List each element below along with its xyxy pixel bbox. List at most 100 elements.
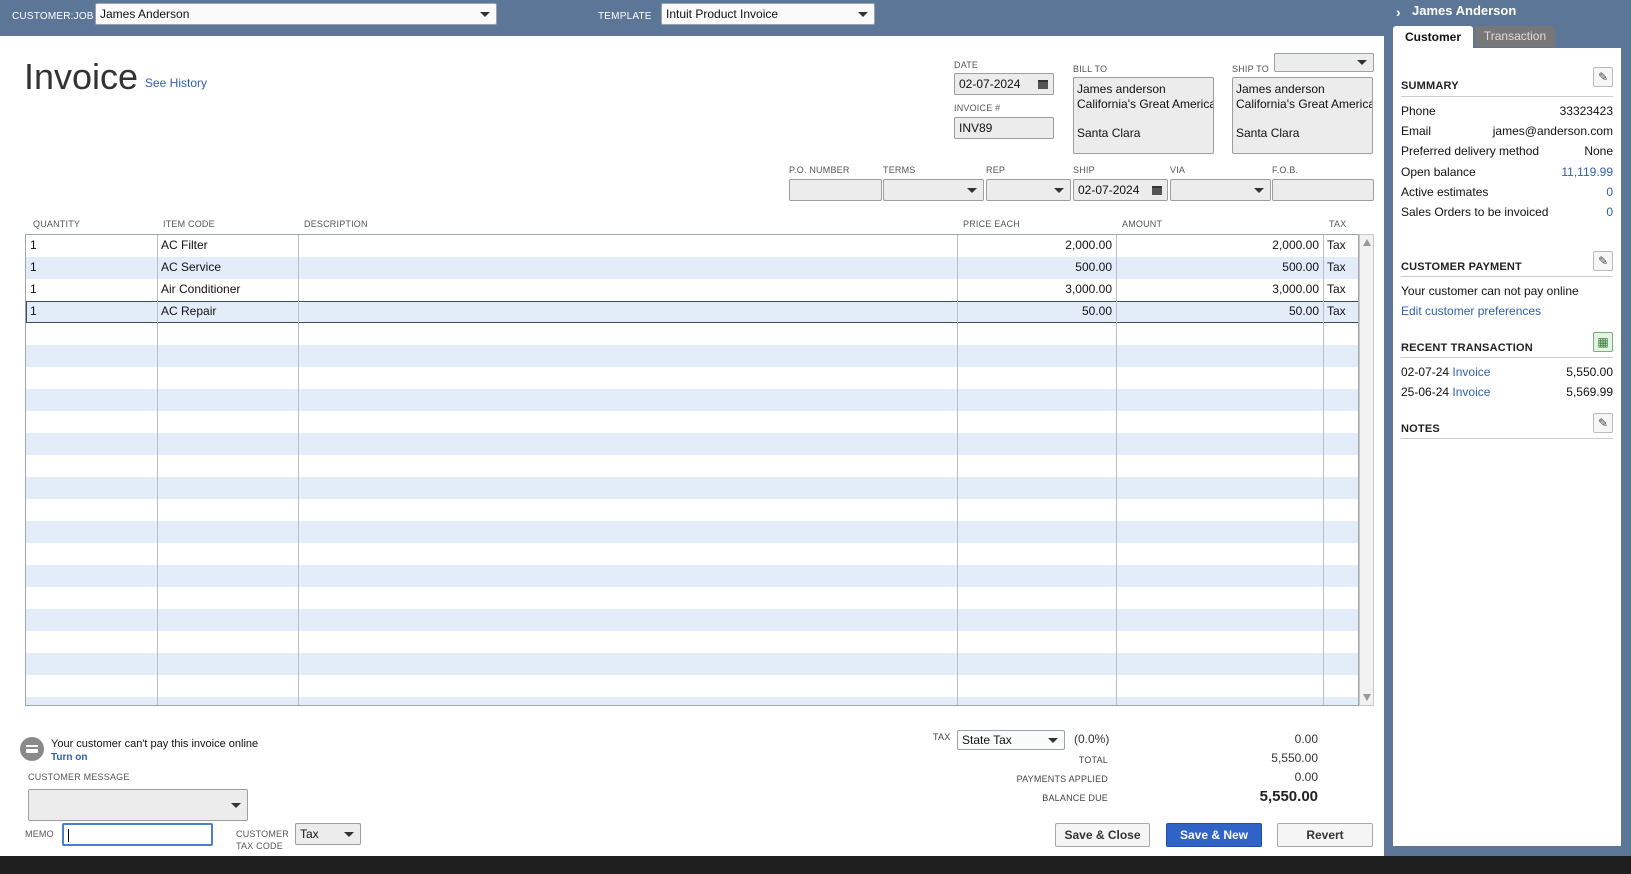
empty-row[interactable] bbox=[26, 697, 1358, 705]
empty-row[interactable] bbox=[26, 675, 1358, 697]
edit-customer-preferences-link[interactable]: Edit customer preferences bbox=[1401, 304, 1541, 318]
item-code-cell[interactable]: AC Filter bbox=[157, 235, 298, 257]
description-cell[interactable] bbox=[298, 301, 957, 323]
column-header-item-code[interactable]: ITEM CODE bbox=[163, 219, 215, 229]
calendar-icon[interactable] bbox=[1038, 80, 1048, 89]
table-scrollbar[interactable] bbox=[1359, 234, 1374, 706]
active-estimates-link[interactable]: 0 bbox=[1606, 185, 1613, 199]
transaction-amount: 5,550.00 bbox=[1566, 365, 1613, 379]
po-number-field[interactable] bbox=[789, 179, 882, 201]
save-close-button[interactable]: Save & Close bbox=[1055, 823, 1150, 847]
amount-cell[interactable]: 2,000.00 bbox=[1116, 235, 1323, 257]
scroll-up-icon[interactable] bbox=[1363, 239, 1371, 246]
empty-row[interactable] bbox=[26, 323, 1358, 345]
customer-job-label: CUSTOMER:JOB bbox=[12, 11, 94, 22]
empty-row[interactable] bbox=[26, 631, 1358, 653]
empty-row[interactable] bbox=[26, 565, 1358, 587]
via-dropdown[interactable] bbox=[1170, 179, 1271, 201]
description-cell[interactable] bbox=[298, 279, 957, 301]
customer-info-panel: SUMMARY ✎ Phone 33323423 Email james@and… bbox=[1393, 48, 1621, 846]
summary-value: None bbox=[1584, 144, 1613, 158]
quantity-cell[interactable]: 1 bbox=[26, 235, 157, 257]
quantity-cell[interactable]: 1 bbox=[26, 257, 157, 279]
terms-dropdown[interactable] bbox=[883, 179, 984, 201]
fob-field[interactable] bbox=[1272, 179, 1374, 201]
empty-row[interactable] bbox=[26, 653, 1358, 675]
calendar-icon[interactable] bbox=[1152, 186, 1162, 195]
collapse-arrow-icon[interactable]: › bbox=[1396, 4, 1401, 20]
price-each-cell[interactable]: 2,000.00 bbox=[957, 235, 1116, 257]
price-each-cell[interactable]: 3,000.00 bbox=[957, 279, 1116, 301]
template-dropdown[interactable]: Intuit Product Invoice bbox=[661, 3, 875, 25]
transaction-type-link[interactable]: Invoice bbox=[1452, 385, 1490, 399]
rep-dropdown[interactable] bbox=[986, 179, 1071, 201]
column-header-tax[interactable]: TAX bbox=[1329, 219, 1346, 229]
tab-customer[interactable]: Customer bbox=[1393, 26, 1473, 48]
empty-row[interactable] bbox=[26, 587, 1358, 609]
column-header-price-each[interactable]: PRICE EACH bbox=[963, 219, 1020, 229]
amount-cell[interactable]: 500.00 bbox=[1116, 257, 1323, 279]
item-code-cell[interactable]: Air Conditioner bbox=[157, 279, 298, 301]
customer-job-dropdown[interactable]: James Anderson bbox=[95, 3, 497, 25]
empty-row[interactable] bbox=[26, 411, 1358, 433]
price-each-cell[interactable]: 500.00 bbox=[957, 257, 1116, 279]
column-header-amount[interactable]: AMOUNT bbox=[1122, 219, 1162, 229]
recent-transaction-item[interactable]: 02-07-24 Invoice bbox=[1401, 365, 1490, 379]
tax-cell[interactable]: Tax bbox=[1323, 279, 1358, 301]
column-header-description[interactable]: DESCRIPTION bbox=[304, 219, 368, 229]
bill-to-label: BILL TO bbox=[1073, 64, 1108, 74]
empty-row[interactable] bbox=[26, 433, 1358, 455]
item-code-cell[interactable]: AC Repair bbox=[157, 301, 298, 323]
table-row-selected[interactable]: 1 AC Repair 50.00 50.00 Tax bbox=[26, 301, 1358, 323]
empty-row[interactable] bbox=[26, 455, 1358, 477]
see-history-link[interactable]: See History bbox=[145, 76, 207, 90]
empty-row[interactable] bbox=[26, 543, 1358, 565]
turn-on-link[interactable]: Turn on bbox=[51, 752, 87, 763]
recent-transaction-item[interactable]: 25-06-24 Invoice bbox=[1401, 385, 1490, 399]
column-header-quantity[interactable]: QUANTITY bbox=[33, 219, 80, 229]
save-new-button[interactable]: Save & New bbox=[1166, 823, 1262, 847]
date-field[interactable]: 02-07-2024 bbox=[954, 73, 1054, 95]
revert-button[interactable]: Revert bbox=[1277, 823, 1373, 847]
ship-to-dropdown[interactable] bbox=[1274, 53, 1374, 72]
ship-to-address[interactable]: James anderson California's Great Americ… bbox=[1232, 77, 1373, 154]
amount-cell[interactable]: 50.00 bbox=[1116, 301, 1323, 323]
invoice-number-field[interactable]: INV89 bbox=[954, 117, 1054, 139]
memo-input[interactable] bbox=[62, 823, 213, 846]
edit-pencil-icon[interactable]: ✎ bbox=[1593, 251, 1613, 271]
tax-item-dropdown[interactable]: State Tax bbox=[957, 730, 1065, 750]
quantity-cell[interactable]: 1 bbox=[26, 301, 157, 323]
amount-cell[interactable]: 3,000.00 bbox=[1116, 279, 1323, 301]
description-cell[interactable] bbox=[298, 235, 957, 257]
edit-pencil-icon[interactable]: ✎ bbox=[1593, 413, 1613, 433]
empty-row[interactable] bbox=[26, 477, 1358, 499]
empty-row[interactable] bbox=[26, 367, 1358, 389]
sales-orders-link[interactable]: 0 bbox=[1606, 205, 1613, 219]
tax-cell[interactable]: Tax bbox=[1323, 257, 1358, 279]
price-each-cell[interactable]: 50.00 bbox=[957, 301, 1116, 323]
empty-row[interactable] bbox=[26, 389, 1358, 411]
edit-pencil-icon[interactable]: ✎ bbox=[1593, 67, 1613, 87]
tax-cell[interactable]: Tax bbox=[1323, 235, 1358, 257]
empty-row[interactable] bbox=[26, 499, 1358, 521]
balance-due-label: BALANCE DUE bbox=[1042, 793, 1108, 803]
report-icon[interactable]: ▦ bbox=[1593, 332, 1613, 352]
empty-row[interactable] bbox=[26, 609, 1358, 631]
table-row[interactable]: 1 AC Filter 2,000.00 2,000.00 Tax bbox=[26, 235, 1358, 257]
bill-to-address[interactable]: James anderson California's Great Americ… bbox=[1073, 77, 1214, 154]
tax-cell[interactable]: Tax bbox=[1323, 301, 1358, 323]
table-row[interactable]: 1 Air Conditioner 3,000.00 3,000.00 Tax bbox=[26, 279, 1358, 301]
scroll-down-icon[interactable] bbox=[1363, 694, 1371, 701]
customer-message-dropdown[interactable] bbox=[28, 789, 248, 821]
open-balance-link[interactable]: 11,119.99 bbox=[1561, 165, 1613, 179]
empty-row[interactable] bbox=[26, 345, 1358, 367]
table-row[interactable]: 1 AC Service 500.00 500.00 Tax bbox=[26, 257, 1358, 279]
description-cell[interactable] bbox=[298, 257, 957, 279]
ship-date-field[interactable]: 02-07-2024 bbox=[1073, 179, 1168, 201]
empty-row[interactable] bbox=[26, 521, 1358, 543]
item-code-cell[interactable]: AC Service bbox=[157, 257, 298, 279]
transaction-type-link[interactable]: Invoice bbox=[1452, 365, 1490, 379]
tab-transaction[interactable]: Transaction bbox=[1475, 26, 1555, 47]
customer-tax-code-dropdown[interactable]: Tax bbox=[295, 823, 361, 845]
quantity-cell[interactable]: 1 bbox=[26, 279, 157, 301]
